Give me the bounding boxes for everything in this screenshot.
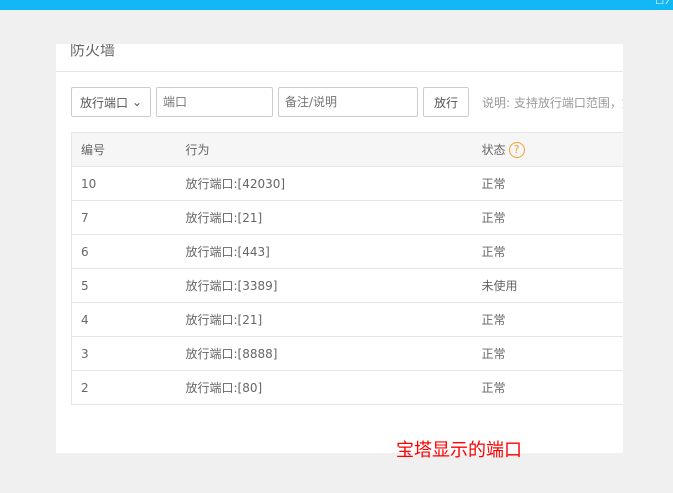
note-text: 说明: 支持放行端口范围，如 [482, 95, 623, 110]
cell-status: 正常 [472, 302, 623, 337]
header-id: 编号 [71, 132, 177, 167]
cell-action: 放行端口:[21] [176, 302, 473, 337]
cell-action: 放行端口:[21] [176, 200, 473, 235]
cell-id: 10 [71, 166, 177, 201]
help-icon[interactable]: ? [508, 142, 525, 159]
cell-action: 放行端口:[80] [176, 370, 473, 405]
table-row: 10 放行端口:[42030] 正常 [71, 166, 623, 201]
cell-id: 7 [71, 200, 177, 235]
cell-action: 放行端口:[42030] [176, 166, 473, 201]
cell-action: 放行端口:[8888] [176, 336, 473, 371]
table-row: 6 放行端口:[443] 正常 [71, 234, 623, 269]
table-row: 5 放行端口:[3389] 未使用 [71, 268, 623, 303]
window-controls-icon[interactable]: ☐ ⁄ [655, 0, 669, 7]
cell-status: 正常 [472, 336, 623, 371]
allow-button[interactable]: 放行 [423, 87, 469, 117]
chevron-down-icon: ⌄ [131, 95, 142, 109]
divider [56, 71, 623, 72]
top-bar: ☐ ⁄ [0, 0, 673, 10]
port-input[interactable] [156, 87, 273, 117]
table-row: 3 放行端口:[8888] 正常 [71, 336, 623, 371]
cell-status: 正常 [472, 200, 623, 235]
cell-id: 3 [71, 336, 177, 371]
remark-input[interactable] [278, 87, 418, 117]
table-row: 7 放行端口:[21] 正常 [71, 200, 623, 235]
caption: 宝塔显示的端口 [396, 440, 522, 461]
header-status-label: 状态 [481, 142, 506, 157]
cell-status: 未使用 [472, 268, 623, 303]
cell-id: 2 [71, 370, 177, 405]
cell-id: 4 [71, 302, 177, 337]
cell-status: 正常 [472, 370, 623, 405]
header-status: 状态? [472, 132, 623, 167]
table-row: 2 放行端口:[80] 正常 [71, 370, 623, 405]
action-select[interactable]: 放行端口 ⌄ [71, 87, 151, 117]
toolbar: 放行端口⌄ 放行 说明: 支持放行端口范围，如 [71, 87, 623, 117]
cell-status: 正常 [472, 166, 623, 201]
firewall-panel: 防火墙 放行端口⌄ 放行 说明: 支持放行端口范围，如 编号 行为 状态? 10… [56, 44, 623, 453]
cell-status: 正常 [472, 234, 623, 269]
cell-action: 放行端口:[3389] [176, 268, 473, 303]
rules-table: 编号 行为 状态? 10 放行端口:[42030] 正常 7 放行端口:[21] 正常 6 放… [71, 132, 623, 405]
cell-id: 6 [71, 234, 177, 269]
header-action: 行为 [176, 132, 473, 167]
panel-title: 防火墙 [70, 44, 116, 59]
table-row: 4 放行端口:[21] 正常 [71, 302, 623, 337]
cell-id: 5 [71, 268, 177, 303]
select-value: 放行端口 [80, 95, 129, 110]
cell-action: 放行端口:[443] [176, 234, 473, 269]
